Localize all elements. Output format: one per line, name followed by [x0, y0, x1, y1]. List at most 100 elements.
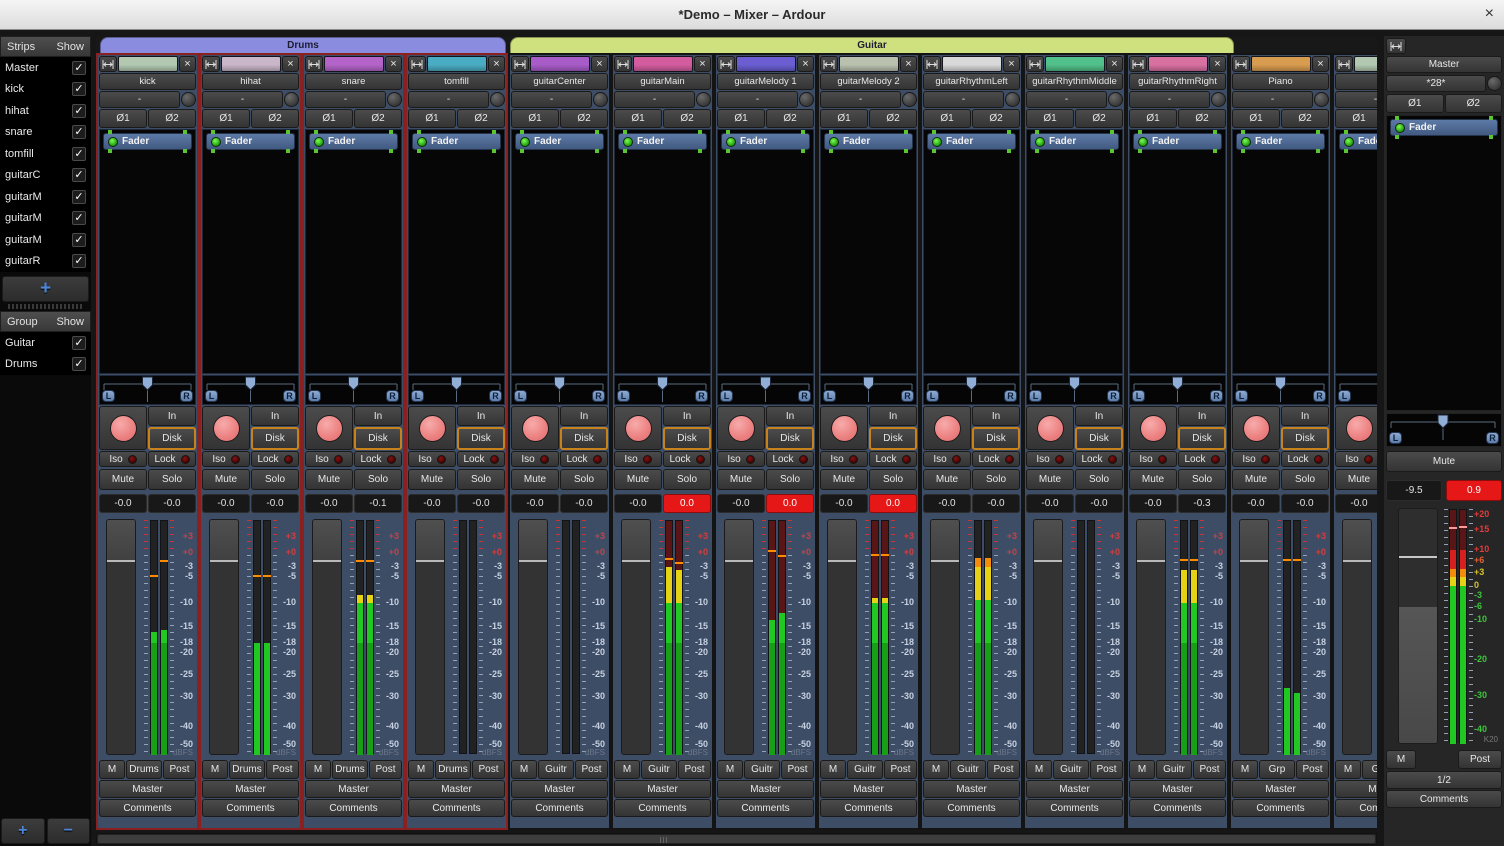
monitor-disk-button[interactable]: Disk — [354, 427, 402, 450]
narrow-strip-icon[interactable] — [923, 56, 941, 72]
gain-display[interactable]: -0.0 — [305, 494, 353, 513]
gain-display[interactable]: -0.0 — [820, 494, 868, 513]
monitor-disk-button[interactable]: Disk — [869, 427, 917, 450]
strip-color-button[interactable] — [839, 56, 899, 72]
mute-button[interactable]: Mute — [305, 469, 353, 490]
phase-invert-2-button[interactable]: Ø2 — [1281, 109, 1329, 128]
pan-left-button[interactable]: L — [308, 390, 321, 402]
pan-control[interactable]: LR — [923, 375, 1020, 405]
gain-fader[interactable] — [1398, 508, 1438, 744]
pane-resize-grip[interactable] — [8, 304, 83, 309]
input-button[interactable]: - — [1026, 91, 1107, 108]
fader-processor[interactable]: Fader — [103, 133, 192, 150]
gain-display[interactable]: -0.0 — [1026, 494, 1074, 513]
pan-right-button[interactable]: R — [592, 390, 605, 402]
record-arm-button[interactable] — [1026, 406, 1074, 450]
narrow-strip-icon[interactable] — [1232, 56, 1250, 72]
strip-name-button[interactable]: st — [1335, 73, 1377, 90]
trim-knob[interactable] — [1108, 92, 1123, 107]
close-strip-icon[interactable]: × — [797, 56, 814, 72]
output-button[interactable]: Master — [1026, 780, 1123, 798]
monitor-disk-button[interactable]: Disk — [663, 427, 711, 450]
group-tab-guitar[interactable]: Guitar — [510, 37, 1234, 53]
close-strip-icon[interactable]: × — [179, 56, 196, 72]
solo-lock-button[interactable]: Lock — [354, 451, 402, 467]
comments-button[interactable]: Comments — [923, 799, 1020, 817]
strips-list-item[interactable]: guitarC✓ — [0, 165, 91, 187]
input-button[interactable]: - — [511, 91, 592, 108]
peak-display[interactable]: -0.3 — [1178, 494, 1226, 513]
fader-handle[interactable] — [1343, 520, 1371, 562]
phase-invert-2-button[interactable]: Ø2 — [663, 109, 711, 128]
fader-handle[interactable] — [1399, 556, 1437, 558]
phase-invert-1-button[interactable]: Ø1 — [305, 109, 353, 128]
visibility-checkbox[interactable]: ✓ — [72, 190, 86, 204]
comments-button[interactable]: Comments — [1026, 799, 1123, 817]
visibility-checkbox[interactable]: ✓ — [72, 254, 86, 268]
pan-right-button[interactable]: R — [386, 390, 399, 402]
processor-active-led[interactable] — [211, 137, 221, 147]
pan-handle[interactable] — [967, 377, 977, 390]
trim-knob[interactable] — [902, 92, 917, 107]
comments-button[interactable]: Comments — [820, 799, 917, 817]
solo-isolate-button[interactable]: Iso — [717, 451, 765, 467]
gain-display[interactable]: -0.0 — [1232, 494, 1280, 513]
title-bar[interactable]: *Demo – Mixer – Ardour × — [0, 0, 1504, 30]
peak-display[interactable]: -0.0 — [251, 494, 299, 513]
comments-button[interactable]: Comments — [1232, 799, 1329, 817]
fader-processor[interactable]: Fader — [1030, 133, 1119, 150]
pan-left-button[interactable]: L — [1029, 390, 1042, 402]
strip-name-button[interactable]: kick — [99, 73, 196, 90]
gain-display[interactable]: -0.0 — [99, 494, 147, 513]
fader-handle[interactable] — [622, 520, 650, 562]
output-button[interactable]: Master — [820, 780, 917, 798]
mute-button[interactable]: Mute — [820, 469, 868, 490]
input-button[interactable]: - — [408, 91, 489, 108]
solo-isolate-button[interactable]: Iso — [305, 451, 353, 467]
fader-handle[interactable] — [725, 520, 753, 562]
output-button[interactable]: Master — [408, 780, 505, 798]
pan-handle[interactable] — [1438, 415, 1448, 428]
gain-display[interactable]: -0.0 — [408, 494, 456, 513]
monitor-disk-button[interactable]: Disk — [972, 427, 1020, 450]
horizontal-scrollbar[interactable] — [96, 833, 1377, 845]
peak-display[interactable]: -0.0 — [972, 494, 1020, 513]
group-button[interactable]: Guitr — [744, 760, 780, 779]
metering-point-button[interactable]: Post — [472, 760, 505, 779]
strips-list-item[interactable]: guitarM✓ — [0, 208, 91, 230]
gain-fader[interactable] — [106, 519, 136, 755]
solo-button[interactable]: Solo — [251, 469, 299, 490]
mono-button[interactable]: M — [202, 760, 228, 779]
pan-right-button[interactable]: R — [489, 390, 502, 402]
fader-handle[interactable] — [1034, 520, 1062, 562]
peak-display[interactable]: 0.0 — [869, 494, 917, 513]
visibility-checkbox[interactable]: ✓ — [72, 233, 86, 247]
narrow-strip-icon[interactable] — [1026, 56, 1044, 72]
processor-box[interactable]: Fader — [923, 129, 1020, 374]
phase-invert-1-button[interactable]: Ø1 — [717, 109, 765, 128]
solo-isolate-button[interactable]: Iso — [614, 451, 662, 467]
output-button[interactable]: Master — [99, 780, 196, 798]
pan-right-button[interactable]: R — [901, 390, 914, 402]
mono-button[interactable]: M — [1232, 760, 1258, 779]
mono-button[interactable]: M — [408, 760, 434, 779]
solo-lock-button[interactable]: Lock — [1281, 451, 1329, 467]
processor-active-led[interactable] — [1395, 123, 1405, 133]
narrow-strip-icon[interactable] — [820, 56, 838, 72]
metering-point-button[interactable]: Post — [987, 760, 1020, 779]
trim-knob[interactable] — [1487, 76, 1502, 91]
pan-handle[interactable] — [864, 377, 874, 390]
monitor-disk-button[interactable]: Disk — [251, 427, 299, 450]
pan-handle[interactable] — [349, 377, 359, 390]
mute-button[interactable]: Mute — [717, 469, 765, 490]
record-arm-button[interactable] — [1335, 406, 1377, 450]
record-arm-button[interactable] — [99, 406, 147, 450]
visibility-checkbox[interactable]: ✓ — [72, 61, 86, 75]
metering-point-button[interactable]: Post — [781, 760, 814, 779]
narrow-strip-icon[interactable] — [408, 56, 426, 72]
peak-display[interactable]: -0.1 — [354, 494, 402, 513]
pan-control[interactable]: LR — [614, 375, 711, 405]
solo-lock-button[interactable]: Lock — [972, 451, 1020, 467]
phase-invert-2-button[interactable]: Ø2 — [1075, 109, 1123, 128]
pan-control[interactable]: LR — [1386, 413, 1502, 447]
